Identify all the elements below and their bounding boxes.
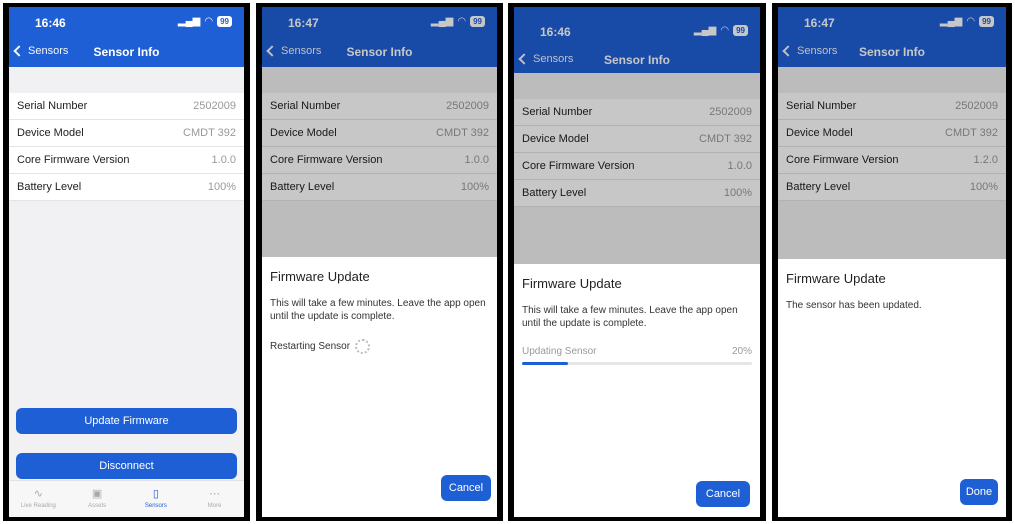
phone-screen-3: 16:46 ▂▄▆ ◠ 99 Sensors Sensor Info Serial … [508, 3, 766, 521]
phone-screen-1: 16:46 ▂▄▆ ◠ 99 Sensors Sensor Info Serial … [3, 3, 250, 521]
status-text: Restarting Sensor [270, 341, 351, 352]
sensor-icon: ▯ [152, 488, 159, 500]
info-label: Battery Level [17, 181, 82, 193]
info-label: Serial Number [17, 100, 88, 112]
assets-icon: ▣ [91, 488, 103, 500]
app-header: 16:46 ▂▄▆ ◠ 99 Sensors Sensor Info [9, 7, 244, 67]
tab-live-reading[interactable]: ∿ Live Reading [9, 481, 68, 517]
info-value: 100% [207, 181, 236, 193]
wifi-icon: ◠ [204, 16, 214, 27]
firmware-sheet: Firmware Update This will take a few min… [262, 257, 497, 517]
spinner-icon [355, 339, 371, 354]
status-text: Updating Sensor [522, 346, 597, 357]
progress-percent: 20% [731, 346, 752, 357]
firmware-sheet: Firmware Update This will take a few min… [514, 264, 760, 517]
battery-icon: 99 [217, 16, 232, 27]
screen: 16:47 ▂▄▆ ◠ 99 Sensors Sensor Info Serial … [262, 7, 497, 517]
signal-icon: ▂▄▆ [177, 16, 201, 27]
sheet-title: Firmware Update [522, 276, 622, 291]
done-button[interactable]: Done [960, 479, 998, 505]
sheet-title: Firmware Update [786, 271, 886, 286]
progress-fill [522, 362, 568, 365]
tab-more[interactable]: ⋯ More [185, 481, 244, 517]
tab-label: More [207, 503, 222, 509]
screen: 16:47 ▂▄▆ ◠ 99 Sensors Sensor Info Serial … [778, 7, 1006, 517]
update-firmware-button[interactable]: Update Firmware [16, 408, 237, 434]
info-value: 2502009 [193, 100, 236, 112]
sheet-message: This will take a few minutes. Leave the … [522, 305, 738, 329]
info-list: Serial Number 2502009 Device Model CMDT 39… [9, 93, 244, 201]
page-title: Sensor Info [93, 45, 160, 59]
more-icon: ⋯ [209, 488, 221, 500]
tab-label: Live Reading [20, 503, 56, 509]
info-label: Core Firmware Version [17, 154, 130, 166]
info-row-model: Device Model CMDT 392 [9, 120, 244, 147]
updating-status: Updating Sensor 20% [522, 346, 752, 357]
cancel-button[interactable]: Cancel [696, 481, 750, 507]
sheet-message: This will take a few minutes. Leave the … [270, 298, 486, 322]
sheet-title: Firmware Update [270, 269, 370, 284]
disconnect-button[interactable]: Disconnect [16, 453, 237, 479]
cancel-button[interactable]: Cancel [441, 475, 491, 501]
screen: 16:46 ▂▄▆ ◠ 99 Sensors Sensor Info Serial … [9, 7, 244, 517]
firmware-sheet: Firmware Update The sensor has been upda… [778, 259, 1006, 517]
info-row-battery: Battery Level 100% [9, 174, 244, 201]
phone-screen-2: 16:47 ▂▄▆ ◠ 99 Sensors Sensor Info Serial … [256, 3, 503, 521]
restarting-status: Restarting Sensor [270, 339, 489, 354]
tab-label: Sensors [144, 503, 167, 509]
tab-assets[interactable]: ▣ Assets [68, 481, 127, 517]
info-row-serial: Serial Number 2502009 [9, 93, 244, 120]
tab-sensors[interactable]: ▯ Sensors [127, 481, 186, 517]
info-row-firmware: Core Firmware Version 1.0.0 [9, 147, 244, 174]
info-value: 1.0.0 [211, 154, 236, 166]
phone-screen-4: 16:47 ▂▄▆ ◠ 99 Sensors Sensor Info Serial … [772, 3, 1012, 521]
status-time: 16:46 [35, 16, 66, 30]
tab-bar: ∿ Live Reading ▣ Assets ▯ Sensors ⋯ More [9, 480, 244, 517]
progress-bar [522, 362, 752, 365]
info-label: Device Model [17, 127, 84, 139]
screen: 16:46 ▂▄▆ ◠ 99 Sensors Sensor Info Serial … [514, 7, 760, 517]
tab-label: Assets [88, 503, 107, 509]
info-value: CMDT 392 [183, 127, 236, 139]
pulse-icon: ∿ [33, 488, 43, 500]
status-icons: ▂▄▆ ◠ 99 [178, 16, 232, 27]
done-message: The sensor has been updated. [786, 300, 922, 311]
